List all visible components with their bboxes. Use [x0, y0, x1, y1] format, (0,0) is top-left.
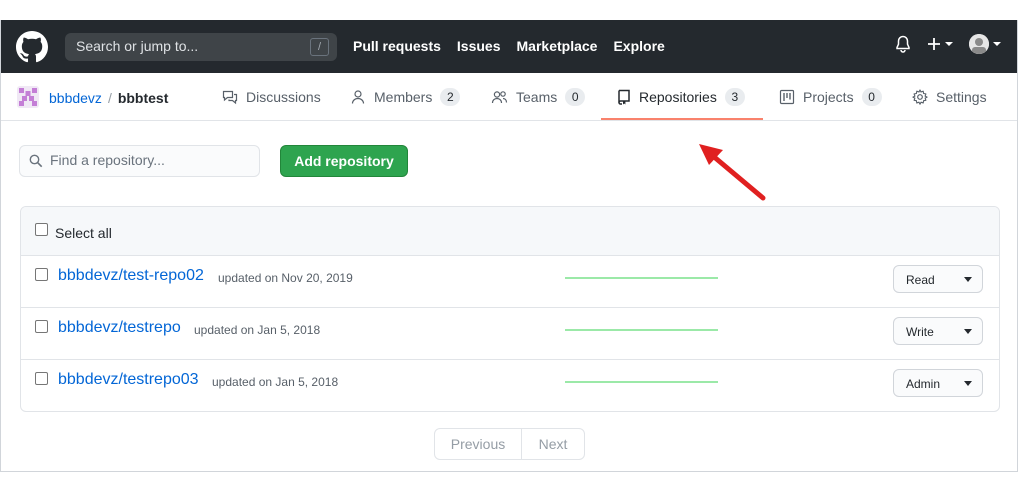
top-navigation: Pull requests Issues Marketplace Explore — [353, 38, 665, 54]
list-header: Select all — [21, 207, 999, 256]
repo-updated-text: updated on Jan 5, 2018 — [212, 375, 339, 389]
permission-value: Write — [906, 325, 934, 339]
tab-repositories[interactable]: Repositories 3 — [617, 73, 745, 121]
repo-icon — [618, 89, 630, 105]
annotation-arrow-icon — [699, 144, 766, 201]
nav-issues[interactable]: Issues — [457, 38, 501, 54]
next-page-button[interactable]: Next — [522, 429, 584, 459]
team-name[interactable]: bbbtest — [118, 90, 169, 106]
repositories-count-badge: 3 — [724, 88, 745, 106]
tab-members[interactable]: Members 2 — [350, 73, 461, 121]
permission-value: Admin — [906, 377, 941, 391]
nav-pull-requests[interactable]: Pull requests — [353, 38, 441, 54]
select-all-label[interactable]: Select all — [55, 225, 112, 241]
global-header: Search or jump to... / Pull requests Iss… — [1, 20, 1017, 73]
org-identicon-icon[interactable] — [17, 86, 39, 108]
search-placeholder: Search or jump to... — [76, 38, 199, 54]
tab-projects[interactable]: Projects 0 — [779, 73, 882, 121]
chevron-down-icon — [964, 277, 972, 282]
nav-explore[interactable]: Explore — [613, 38, 664, 54]
repo-checkbox[interactable] — [35, 372, 48, 385]
user-menu[interactable] — [969, 34, 1001, 54]
find-repository-input[interactable] — [50, 152, 250, 168]
teams-count-badge: 0 — [565, 88, 586, 106]
tab-label: Projects — [803, 89, 854, 105]
activity-sparkline — [565, 329, 718, 331]
add-repository-button[interactable]: Add repository — [280, 145, 408, 177]
tab-label: Teams — [516, 89, 558, 105]
chevron-down-icon — [945, 42, 953, 46]
repo-link[interactable]: bbbdevz/test-repo02 — [58, 267, 204, 285]
active-tab-indicator — [601, 118, 763, 120]
permission-select[interactable]: Admin — [893, 369, 983, 397]
tab-label: Members — [374, 89, 433, 105]
create-new-plus-icon[interactable] — [927, 37, 953, 51]
repo-link[interactable]: bbbdevz/testrepo03 — [58, 371, 199, 389]
permission-select[interactable]: Write — [893, 317, 983, 345]
github-logo-icon[interactable] — [16, 31, 48, 63]
select-all-checkbox[interactable] — [35, 223, 48, 236]
find-repository-field[interactable] — [19, 145, 260, 177]
list-item: bbbdevz/testrepo updated on Jan 5, 2018 … — [21, 308, 999, 360]
repo-checkbox[interactable] — [35, 268, 48, 281]
list-item: bbbdevz/test-repo02 updated on Nov 20, 2… — [21, 256, 999, 308]
nav-marketplace[interactable]: Marketplace — [517, 38, 598, 54]
repo-link[interactable]: bbbdevz/testrepo — [58, 319, 181, 337]
search-icon — [29, 154, 43, 168]
org-link[interactable]: bbbdevz — [49, 90, 102, 106]
tab-teams[interactable]: Teams 0 — [491, 73, 586, 121]
breadcrumb: bbbdevz / bbbtest — [49, 90, 168, 106]
previous-page-button[interactable]: Previous — [435, 429, 522, 459]
breadcrumb-separator: / — [107, 90, 112, 106]
members-count-badge: 2 — [440, 88, 461, 106]
tab-label: Settings — [936, 89, 987, 105]
comment-discussion-icon — [222, 90, 238, 105]
global-search-input[interactable]: Search or jump to... / — [65, 33, 337, 61]
header-actions — [895, 34, 1001, 54]
project-icon — [779, 89, 795, 105]
permission-value: Read — [906, 273, 935, 287]
repo-checkbox[interactable] — [35, 320, 48, 333]
activity-sparkline — [565, 277, 718, 279]
chevron-down-icon — [993, 42, 1001, 46]
tab-label: Repositories — [639, 89, 717, 105]
projects-count-badge: 0 — [861, 88, 882, 106]
search-shortcut-hint: / — [310, 38, 329, 56]
repository-list: Select all bbbdevz/test-repo02 updated o… — [20, 206, 1000, 412]
repo-updated-text: updated on Nov 20, 2019 — [218, 271, 353, 285]
avatar — [969, 34, 989, 54]
chevron-down-icon — [964, 381, 972, 386]
gear-icon — [912, 89, 928, 105]
page-frame: Search or jump to... / Pull requests Iss… — [0, 20, 1018, 472]
list-item: bbbdevz/testrepo03 updated on Jan 5, 201… — [21, 360, 999, 411]
team-navigation-bar: bbbdevz / bbbtest Discussions Members 2 Te… — [1, 73, 1017, 121]
notifications-bell-icon[interactable] — [895, 35, 911, 53]
tab-discussions[interactable]: Discussions — [222, 73, 321, 121]
person-icon — [351, 90, 365, 104]
activity-sparkline — [565, 381, 718, 383]
tab-label: Discussions — [246, 89, 321, 105]
pagination: Previous Next — [434, 428, 585, 460]
chevron-down-icon — [964, 329, 972, 334]
repo-updated-text: updated on Jan 5, 2018 — [194, 323, 321, 337]
permission-select[interactable]: Read — [893, 265, 983, 293]
people-icon — [491, 91, 508, 104]
tab-settings[interactable]: Settings — [912, 73, 987, 121]
